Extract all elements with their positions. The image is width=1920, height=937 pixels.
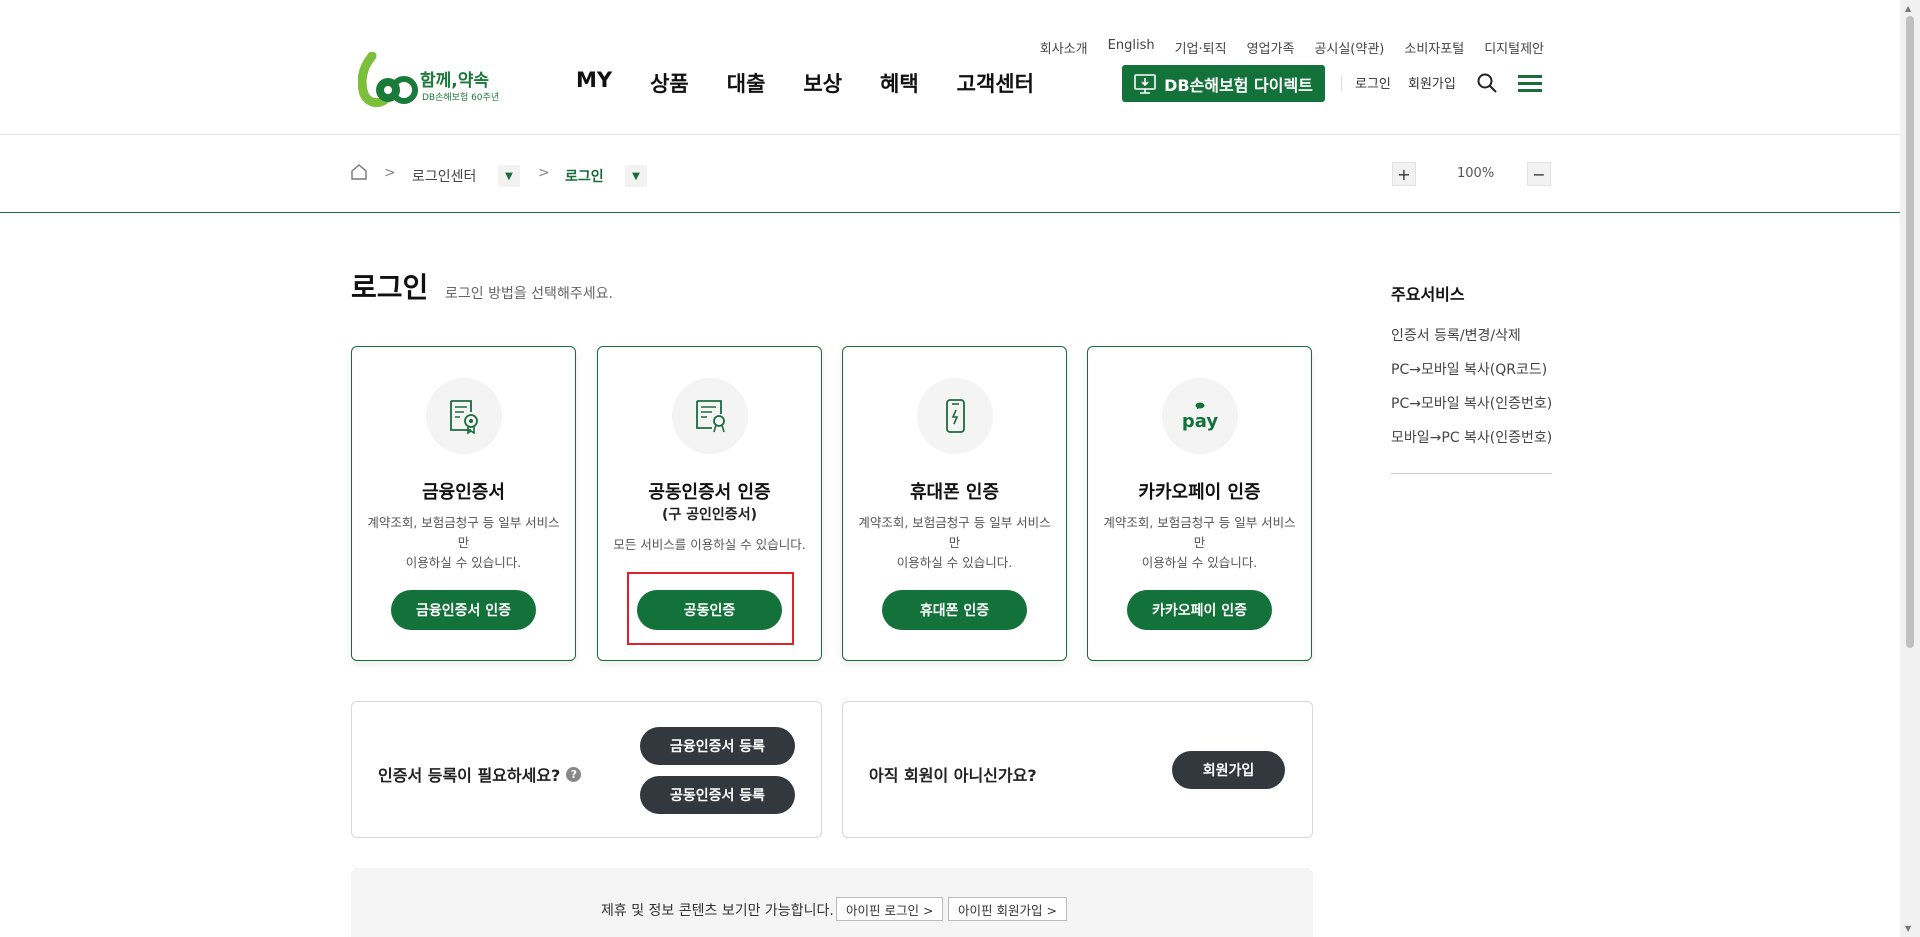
joint-certificate-icon (672, 378, 748, 454)
financial-certificate-register-button[interactable]: 금융인증서 등록 (640, 727, 795, 765)
scroll-up-icon[interactable]: ▲ (1905, 4, 1911, 13)
nav-item-loans[interactable]: 대출 (727, 68, 766, 98)
scroll-down-icon[interactable]: ▼ (1905, 924, 1911, 933)
util-link-company[interactable]: 회사소개 (1040, 38, 1088, 57)
monitor-download-icon (1134, 73, 1156, 94)
card-description: 계약조회, 보험금청구 등 일부 서비스만 이용하실 수 있습니다. (1098, 513, 1301, 573)
card-title-sub: (구 공인인증서) (662, 507, 757, 523)
page-title: 로그인 (351, 271, 429, 304)
home-icon[interactable] (350, 163, 368, 181)
card-title: 휴대폰 인증 (909, 482, 1000, 503)
card-description: 계약조회, 보험금청구 등 일부 서비스만 이용하실 수 있습니다. (362, 513, 565, 573)
card-title: 공동인증서 인증 (648, 482, 771, 503)
card-description-line: 계약조회, 보험금청구 등 일부 서비스만 (367, 515, 560, 550)
card-description: 모든 서비스를 이용하실 수 있습니다. (613, 537, 806, 552)
nav-item-customer-center[interactable]: 고객센터 (957, 68, 1034, 98)
direct-button[interactable]: DB손해보험 다이렉트 (1122, 65, 1325, 102)
logo-subtext: DB손해보험 60주년 (422, 93, 500, 103)
divider (1341, 75, 1342, 91)
breadcrumb: > 로그인센터 ▼ > 로그인 ▼ (0, 135, 1900, 213)
kakaopay-icon: pay (1162, 378, 1238, 454)
logo-mark-icon (357, 51, 418, 107)
join-link[interactable]: 회원가입 (1408, 73, 1456, 92)
ipin-login-button[interactable]: 아이핀 로그인 > (836, 897, 944, 921)
mobile-phone-auth-button[interactable]: 휴대폰 인증 (882, 590, 1027, 630)
logo-text: 함께,약속 (420, 71, 490, 91)
card-description-line: 계약조회, 보험금청구 등 일부 서비스만 (858, 515, 1051, 550)
kakaopay-auth-button[interactable]: 카카오페이 인증 (1127, 590, 1272, 630)
join-button[interactable]: 회원가입 (1172, 751, 1285, 789)
nav-item-claims[interactable]: 보상 (803, 68, 842, 98)
util-link-corporate[interactable]: 기업·퇴직 (1175, 38, 1227, 57)
util-link-consumer[interactable]: 소비자포털 (1404, 38, 1464, 57)
hamburger-menu-icon[interactable] (1518, 73, 1542, 93)
card-description-line: 계약조회, 보험금청구 등 일부 서비스만 (1103, 515, 1296, 550)
chevron-down-icon[interactable]: ▼ (625, 165, 647, 187)
main-nav: MY 상품 대출 보상 혜택 고객센터 (576, 68, 1034, 98)
card-kakaopay: pay 카카오페이 인증 계약조회, 보험금청구 등 일부 서비스만 이용하실 … (1087, 346, 1312, 661)
zoom-out-button[interactable]: − (1527, 162, 1551, 186)
nav-item-my[interactable]: MY (576, 68, 612, 98)
zoom-in-button[interactable]: + (1392, 162, 1416, 186)
card-description-line: 이용하실 수 있습니다. (896, 555, 1013, 570)
side-item-pc-to-mobile-qr[interactable]: PC→모바일 복사(QR코드) (1391, 359, 1552, 393)
card-mobile-phone: 휴대폰 인증 계약조회, 보험금청구 등 일부 서비스만 이용하실 수 있습니다… (842, 346, 1067, 661)
util-link-sales[interactable]: 영업가족 (1247, 38, 1295, 57)
direct-button-label: DB손해보험 다이렉트 (1164, 75, 1313, 95)
breadcrumb-separator: > (538, 165, 550, 181)
page-subtitle: 로그인 방법을 선택해주세요. (445, 286, 613, 302)
util-link-digital[interactable]: 디지털제안 (1484, 38, 1544, 57)
util-link-disclosure[interactable]: 공시실(약관) (1314, 38, 1384, 57)
card-description-line: 이용하실 수 있습니다. (405, 555, 522, 570)
side-menu-title: 주요서비스 (1391, 285, 1465, 304)
side-menu: 인증서 등록/변경/삭제 PC→모바일 복사(QR코드) PC→모바일 복사(인… (1391, 325, 1552, 461)
ipin-join-button[interactable]: 아이핀 회원가입 > (948, 897, 1067, 921)
financial-certificate-icon (426, 378, 502, 454)
chevron-down-icon[interactable]: ▼ (498, 165, 520, 187)
ipin-notice: 제휴 및 정보 콘텐츠 보기만 가능합니다. (601, 903, 834, 919)
join-prompt-label: 아직 회원이 아니신가요? (869, 766, 1037, 785)
login-link[interactable]: 로그인 (1355, 73, 1391, 92)
joint-certificate-register-button[interactable]: 공동인증서 등록 (640, 776, 795, 814)
zoom-level: 100% (1457, 166, 1495, 181)
logo[interactable]: 함께,약속 DB손해보험 60주년 (357, 51, 500, 108)
certificate-register-box: 인증서 등록이 필요하세요? ? 금융인증서 등록 공동인증서 등록 (351, 701, 822, 838)
breadcrumb-separator: > (384, 165, 396, 181)
card-description: 계약조회, 보험금청구 등 일부 서비스만 이용하실 수 있습니다. (853, 513, 1056, 573)
side-item-cert-manage[interactable]: 인증서 등록/변경/삭제 (1391, 325, 1552, 359)
card-description-line: 이용하실 수 있습니다. (1141, 555, 1258, 570)
ipin-strip: 제휴 및 정보 콘텐츠 보기만 가능합니다. 아이핀 로그인 > 아이핀 회원가… (351, 868, 1313, 937)
side-divider (1391, 473, 1552, 474)
join-box: 아직 회원이 아니신가요? 회원가입 (842, 701, 1313, 838)
util-link-english[interactable]: English (1108, 38, 1155, 57)
certificate-register-text: 인증서 등록이 필요하세요? (378, 766, 561, 785)
mobile-phone-icon (917, 378, 993, 454)
highlight-box (627, 572, 794, 645)
breadcrumb-item-login[interactable]: 로그인 (565, 166, 604, 186)
side-item-pc-to-mobile-code[interactable]: PC→모바일 복사(인증번호) (1391, 393, 1552, 427)
help-icon[interactable]: ? (566, 766, 582, 782)
scrollbar-thumb[interactable] (1906, 16, 1914, 648)
certificate-register-label: 인증서 등록이 필요하세요? ? (378, 762, 582, 786)
search-icon[interactable] (1476, 72, 1498, 94)
card-title: 카카오페이 인증 (1138, 482, 1261, 503)
side-item-mobile-to-pc-code[interactable]: 모바일→PC 복사(인증번호) (1391, 427, 1552, 461)
card-financial-certificate: 금융인증서 계약조회, 보험금청구 등 일부 서비스만 이용하실 수 있습니다.… (351, 346, 576, 661)
breadcrumb-item-login-center[interactable]: 로그인센터 (412, 166, 476, 186)
utility-nav: 회사소개 English 기업·퇴직 영업가족 공시실(약관) 소비자포털 디지… (1040, 38, 1544, 57)
card-title: 금융인증서 (422, 482, 505, 503)
site-header: 회사소개 English 기업·퇴직 영업가족 공시실(약관) 소비자포털 디지… (0, 0, 1900, 135)
nav-item-products[interactable]: 상품 (650, 68, 689, 98)
kakaopay-icon-text: pay (1181, 411, 1219, 432)
nav-item-benefits[interactable]: 혜택 (880, 68, 919, 98)
financial-certificate-auth-button[interactable]: 금융인증서 인증 (391, 590, 536, 630)
